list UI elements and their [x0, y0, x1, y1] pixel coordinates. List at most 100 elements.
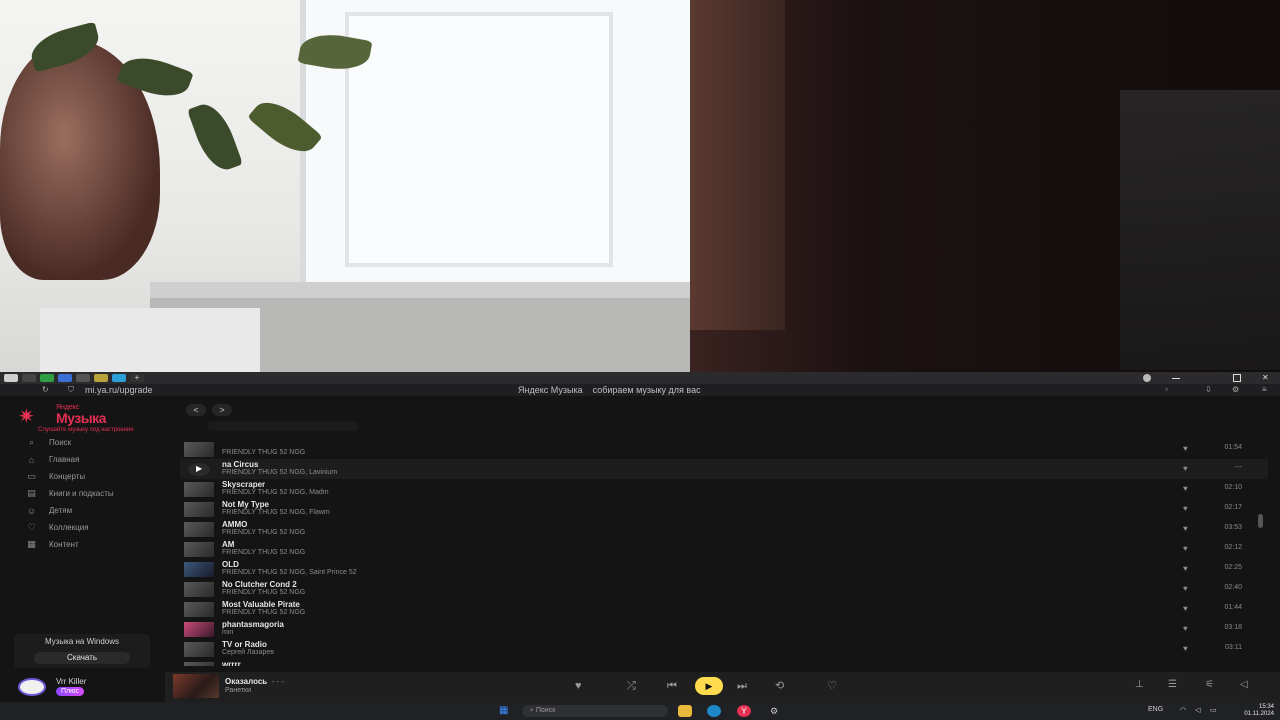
track-row[interactable]: OLD FRIENDLY THUG 52 NGG, Saint Prince 52… — [180, 559, 1268, 579]
now-playing-artist[interactable]: Ранетки — [225, 687, 251, 694]
forward-button[interactable]: > — [212, 404, 232, 416]
close-icon[interactable]: ✕ — [1262, 374, 1270, 382]
play-track-icon[interactable] — [188, 463, 210, 476]
profile-icon[interactable] — [1143, 374, 1151, 382]
tab-favicon[interactable] — [4, 374, 18, 382]
track-artist[interactable]: FRIENDLY THUG 52 NGG — [222, 529, 305, 536]
file-explorer-icon[interactable] — [678, 705, 692, 717]
track-row[interactable]: TV or Radio Сергей Лазарев ♥ 03:11 — [180, 639, 1268, 659]
like-icon[interactable]: ♥ — [1183, 484, 1188, 493]
sidebar-item-kids[interactable]: ☺ Детям — [24, 502, 164, 519]
minimize-icon[interactable] — [1172, 374, 1180, 379]
track-cover[interactable] — [184, 602, 214, 617]
taskbar-search[interactable]: ⌕ Поиск — [522, 705, 668, 717]
like-icon[interactable]: ♥ — [1183, 644, 1188, 653]
track-title[interactable]: AM — [222, 540, 234, 549]
queue-icon[interactable]: ☰ — [1168, 679, 1177, 690]
new-tab-icon[interactable]: + — [130, 374, 144, 382]
sidebar-item-home[interactable]: ⌂ Главная — [24, 451, 164, 468]
track-title[interactable]: TV or Radio — [222, 640, 267, 649]
sound-icon[interactable]: ◁ — [1195, 706, 1200, 714]
track-row[interactable]: Skyscraper FRIENDLY THUG 52 NGG, Madm ♥ 02:… — [180, 479, 1268, 499]
now-playing-cover[interactable] — [173, 674, 219, 698]
bookmark-icon[interactable]: ▫ — [1165, 386, 1173, 394]
like-icon[interactable]: ♥ — [1183, 564, 1188, 573]
tab-favicon[interactable] — [112, 374, 126, 382]
like-icon[interactable]: ♥ — [1183, 604, 1188, 613]
track-row[interactable]: na CircusFRIENDLY THUG 52 NGG, Lavinium ♥… — [180, 459, 1268, 479]
sidebar-item-collection[interactable]: ♡ Коллекция — [24, 519, 164, 536]
track-title[interactable]: phantasmagoria — [222, 620, 284, 629]
downloads-icon[interactable]: ⇩ — [1205, 386, 1213, 394]
track-cover[interactable] — [184, 542, 214, 557]
settings-gear-icon[interactable]: ⚙ — [767, 705, 781, 717]
track-cover[interactable] — [184, 562, 214, 577]
like-icon[interactable]: ♥ — [1183, 464, 1188, 473]
tab-favicon[interactable] — [40, 374, 54, 382]
clock[interactable]: 15:34 01.11.2024 — [1230, 704, 1274, 718]
track-cover[interactable] — [184, 622, 214, 637]
like-icon[interactable]: ♥ — [1183, 524, 1188, 533]
extensions-icon[interactable]: ⚙ — [1232, 386, 1240, 394]
track-artist[interactable]: FRIENDLY THUG 52 NGG, Madm — [222, 489, 329, 496]
track-cover[interactable] — [184, 522, 214, 537]
download-button[interactable]: Скачать — [34, 652, 130, 664]
track-cover[interactable] — [184, 642, 214, 657]
start-icon[interactable]: ▦ — [499, 706, 513, 716]
now-playing-title[interactable]: Оказалось - - - — [225, 677, 284, 686]
track-artist[interactable]: FRIENDLY THUG 52 NGG, Flawm — [222, 509, 330, 516]
track-cover[interactable] — [184, 662, 214, 666]
previous-icon[interactable]: ⏮ — [667, 679, 677, 693]
tab-favicon[interactable] — [22, 374, 36, 382]
reload-icon[interactable]: ↻ — [42, 386, 50, 394]
like-icon[interactable]: ♥ — [1183, 544, 1188, 553]
like-icon[interactable]: ♥ — [1183, 624, 1188, 633]
lyrics-icon[interactable]: ⊥ — [1135, 679, 1144, 690]
url-text[interactable]: mi.ya.ru/upgrade — [85, 384, 153, 396]
track-artist[interactable]: Сергей Лазарев — [222, 649, 274, 656]
battery-icon[interactable]: ▭ — [1210, 706, 1217, 714]
like-icon[interactable]: ♡ — [827, 679, 837, 693]
edge-icon[interactable] — [707, 705, 721, 717]
track-row[interactable]: FRIENDLY THUG 52 NGG ♥ 01:54 — [180, 439, 1268, 459]
track-title[interactable]: OLD — [222, 560, 239, 569]
menu-icon[interactable]: ≡ — [1262, 386, 1270, 394]
track-artist[interactable]: FRIENDLY THUG 52 NGG, Saint Prince 52 — [222, 569, 357, 576]
track-cover[interactable] — [184, 442, 214, 457]
like-icon[interactable]: ♥ — [1183, 504, 1188, 513]
track-artist[interactable]: FRIENDLY THUG 52 NGG — [222, 549, 305, 556]
track-artist[interactable]: FRIENDLY THUG 52 NGG — [222, 609, 305, 616]
like-icon[interactable]: ♥ — [1183, 584, 1188, 593]
track-title[interactable]: Most Valuable Pirate — [222, 600, 300, 609]
tab-favicon[interactable] — [76, 374, 90, 382]
track-row[interactable]: phantasmagoria miri ♥ 03:18 — [180, 619, 1268, 639]
track-title[interactable]: No Clutcher Cond 2 — [222, 580, 297, 589]
track-artist[interactable]: FRIENDLY THUG 52 NGG, Lavinium — [222, 469, 337, 476]
shuffle-icon[interactable]: ⤮ — [627, 679, 636, 693]
track-row[interactable]: No Clutcher Cond 2 FRIENDLY THUG 52 NGG ♥ 0… — [180, 579, 1268, 599]
next-icon[interactable]: ⏭ — [737, 679, 747, 693]
track-cover[interactable] — [184, 482, 214, 497]
tab-favicon[interactable] — [94, 374, 108, 382]
sidebar-item-books[interactable]: ▤ Книги и подкасты — [24, 485, 164, 502]
track-row[interactable]: Most Valuable Pirate FRIENDLY THUG 52 NGG… — [180, 599, 1268, 619]
user-profile[interactable]: Vrr Killer Плюс — [18, 676, 158, 698]
sidebar-item-content[interactable]: ▦ Контент — [24, 536, 164, 553]
track-row[interactable]: AM FRIENDLY THUG 52 NGG ♥ 02:12 — [180, 539, 1268, 559]
repeat-icon[interactable]: ⟲ — [775, 679, 784, 693]
track-title[interactable]: Skyscraper — [222, 480, 265, 489]
track-title[interactable]: wrrrr — [222, 660, 241, 666]
track-artist[interactable]: FRIENDLY THUG 52 NGG — [222, 589, 305, 596]
settings-icon[interactable]: ⚟ — [1205, 679, 1214, 690]
track-title[interactable]: Not My Type — [222, 500, 269, 509]
yandex-browser-icon[interactable]: Y — [737, 705, 751, 717]
track-title[interactable]: AMMO — [222, 520, 247, 529]
track-cover[interactable] — [184, 502, 214, 517]
track-artist[interactable]: miri — [222, 629, 233, 636]
scrollbar[interactable] — [1258, 514, 1263, 528]
track-title[interactable]: na Circus — [222, 460, 258, 469]
sidebar-item-concerts[interactable]: ▭ Концерты — [24, 468, 164, 485]
wifi-icon[interactable]: ◠ — [1180, 706, 1186, 714]
language-indicator[interactable]: ENG — [1148, 706, 1163, 713]
like-icon[interactable]: ♥ — [1183, 444, 1188, 453]
